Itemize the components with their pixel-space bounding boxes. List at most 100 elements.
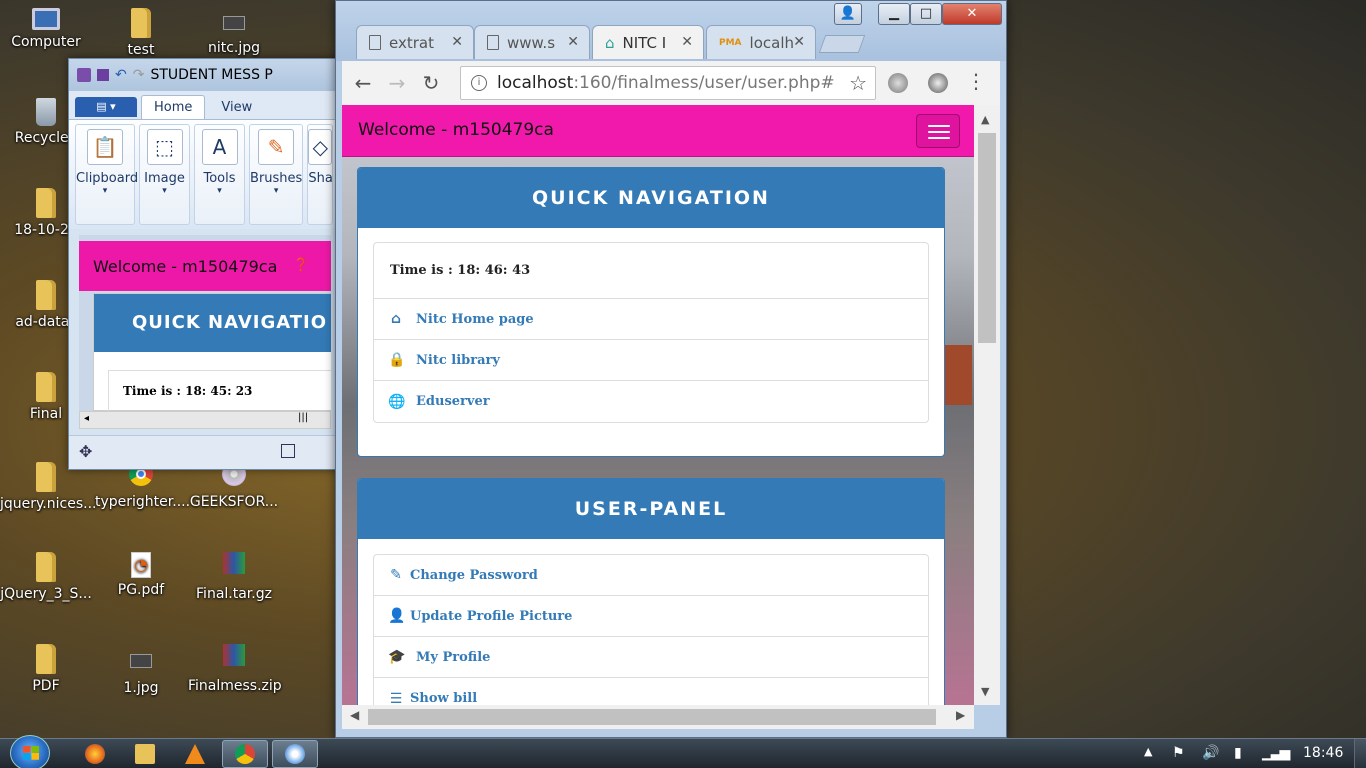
folder-icon [135, 744, 155, 764]
shapes-group[interactable]: ◇ Sha [307, 124, 333, 225]
page-hscrollbar[interactable]: ◀ ▶ [342, 705, 974, 729]
maximize-button[interactable]: □ [910, 3, 942, 25]
desktop-icon-pg-pdf[interactable]: ◔ PG.pdf [95, 552, 187, 598]
undo-icon[interactable]: ↶ [115, 67, 127, 83]
browser-tab-1[interactable]: extrat ✕ [356, 25, 474, 59]
browser-tab-active[interactable]: ⌂ NITC I ✕ [592, 25, 704, 59]
folder-icon [36, 372, 56, 402]
desktop-icon-pdf-folder[interactable]: PDF [0, 644, 92, 694]
desktop-icon-1-jpg[interactable]: 1.jpg [95, 644, 187, 696]
clipboard-group[interactable]: 📋 Clipboard ▾ [75, 124, 138, 225]
taskbar-chrome[interactable] [222, 740, 268, 768]
taskbar-explorer[interactable] [122, 740, 168, 768]
scroll-thumb[interactable] [978, 133, 996, 343]
taskbar: ▲ ⚑ 🔊 ▮ ▁▃▅ 18:46 [0, 735, 1366, 768]
link-nitc-library[interactable]: 🔒 Nitc library [374, 340, 928, 381]
scroll-up-icon[interactable]: ▲ [981, 113, 989, 126]
start-button[interactable] [10, 735, 50, 768]
close-tab-icon[interactable]: ✕ [793, 34, 805, 50]
user-panel: USER-PANEL ✎ Change Password 👤 Update Prof… [357, 478, 945, 705]
link-eduserver[interactable]: 🌐 Eduserver [374, 381, 928, 422]
panel-heading: USER-PANEL [358, 479, 944, 539]
scroll-right-icon[interactable]: ▶ [956, 708, 965, 722]
brushes-group[interactable]: ✎ Brushes ▾ [249, 124, 304, 225]
tab-home[interactable]: Home [141, 95, 206, 119]
desktop-icon-test[interactable]: test [95, 8, 187, 58]
tab-view[interactable]: View [209, 96, 264, 119]
menu-icon[interactable]: ⋮ [966, 69, 986, 93]
user-icon: 👤 [839, 6, 857, 21]
flag-icon[interactable]: ⚑ [1172, 745, 1185, 761]
minimize-button[interactable]: ▁ [878, 3, 910, 25]
close-tab-icon[interactable]: ✕ [681, 34, 693, 50]
welcome-text: Welcome - m150479ca [358, 120, 554, 140]
browser-window[interactable]: extrat ✕ www.s ✕ ⌂ NITC I ✕ PMA localh ✕ 👤 ▁ □… [335, 0, 1007, 738]
chrome-icon [235, 744, 255, 764]
extension-icon[interactable] [888, 73, 908, 93]
firefox-icon [85, 744, 105, 764]
link-my-profile[interactable]: 🎓 My Profile [374, 637, 928, 678]
link-update-profile-picture[interactable]: 👤 Update Profile Picture [374, 596, 928, 637]
paint-statusbar: ✥ [69, 435, 339, 469]
graduation-cap-icon: 🎓 [388, 649, 406, 665]
close-window-button[interactable]: ✕ [942, 3, 1002, 25]
paint-titlebar[interactable]: ↶ ↷ STUDENT MESS P [69, 59, 339, 91]
extension-icon[interactable] [928, 73, 948, 93]
quick-navigation-panel: QUICK NAVIGATION Time is : 18: 46: 43 ⌂ N… [357, 167, 945, 457]
taskbar-firefox[interactable] [72, 740, 118, 768]
taskbar-paint[interactable] [272, 740, 318, 768]
link-nitc-home[interactable]: ⌂ Nitc Home page [374, 299, 928, 340]
folder-icon [36, 280, 56, 310]
volume-icon[interactable]: 🔊 [1202, 745, 1219, 761]
save-icon[interactable] [97, 69, 109, 81]
panel-heading: QUICK NAVIGATION [358, 168, 944, 228]
canvas-panel-heading: QUICK NAVIGATIO [94, 294, 331, 352]
folder-icon [36, 644, 56, 674]
paint-menu-button[interactable]: ▤ ▾ [75, 97, 137, 117]
hamburger-menu-button[interactable] [916, 114, 960, 148]
image-group[interactable]: ⬚ Image ▾ [139, 124, 191, 225]
desktop-icon-nitc-jpg[interactable]: nitc.jpg [188, 8, 280, 56]
hscroll-thumb[interactable] [368, 709, 936, 725]
scroll-left-icon[interactable]: ◀ [350, 708, 359, 722]
taskbar-clock[interactable]: 18:46 [1303, 745, 1343, 761]
browser-tab-4[interactable]: PMA localh ✕ [706, 25, 816, 59]
tools-group[interactable]: A Tools ▾ [194, 124, 246, 225]
paint-canvas[interactable]: Welcome - m150479ca ❓ QUICK NAVIGATIO Tim… [79, 235, 331, 411]
close-tab-icon[interactable]: ✕ [451, 34, 463, 50]
profile-button[interactable]: 👤 [834, 3, 862, 25]
battery-icon[interactable]: ▮ [1234, 745, 1242, 761]
address-bar[interactable]: i localhost:160/finalmess/user/user.php#… [460, 66, 876, 100]
desktop-icon-jquery-3[interactable]: jQuery_3_S... [0, 552, 92, 602]
folder-icon [36, 552, 56, 582]
redo-icon[interactable]: ↷ [133, 67, 145, 83]
desktop-icon-final-tar[interactable]: Final.tar.gz [188, 552, 280, 602]
paint-hscrollbar[interactable]: ◂ ||| [79, 411, 331, 429]
link-show-bill[interactable]: ☰ Show bill [374, 678, 928, 706]
scroll-down-icon[interactable]: ▼ [981, 685, 989, 698]
reload-icon[interactable]: ↻ [414, 71, 448, 95]
link-change-password[interactable]: ✎ Change Password [374, 555, 928, 596]
paint-window[interactable]: ↶ ↷ STUDENT MESS P ▤ ▾ Home View 📋 Clipbo… [68, 58, 340, 470]
page-icon [369, 35, 381, 50]
bookmark-star-icon[interactable]: ☆ [849, 71, 867, 95]
show-hidden-icons[interactable]: ▲ [1144, 745, 1152, 758]
info-icon[interactable]: i [471, 75, 487, 91]
page-vscrollbar[interactable]: ▲ ▼ [974, 105, 1000, 705]
shapes-icon: ◇ [308, 129, 333, 165]
paint-title: STUDENT MESS P [150, 67, 273, 83]
forward-icon[interactable]: → [380, 71, 414, 95]
new-tab-button[interactable] [818, 35, 866, 53]
ribbon-tabs: ▤ ▾ Home View [69, 91, 339, 119]
desktop-icon-computer[interactable]: Computer [0, 8, 92, 50]
browser-tab-2[interactable]: www.s ✕ [474, 25, 590, 59]
back-icon[interactable]: ← [346, 71, 380, 95]
brush-icon: ✎ [258, 129, 295, 165]
move-icon: ✥ [79, 442, 93, 461]
taskbar-vlc[interactable] [172, 740, 218, 768]
network-icon[interactable]: ▁▃▅ [1262, 745, 1290, 761]
show-desktop-button[interactable] [1354, 739, 1366, 768]
desktop-icon-finalmess-zip[interactable]: Finalmess.zip [188, 644, 282, 694]
user-panel-list: ✎ Change Password 👤 Update Profile Picture… [373, 554, 929, 705]
close-tab-icon[interactable]: ✕ [567, 34, 579, 50]
